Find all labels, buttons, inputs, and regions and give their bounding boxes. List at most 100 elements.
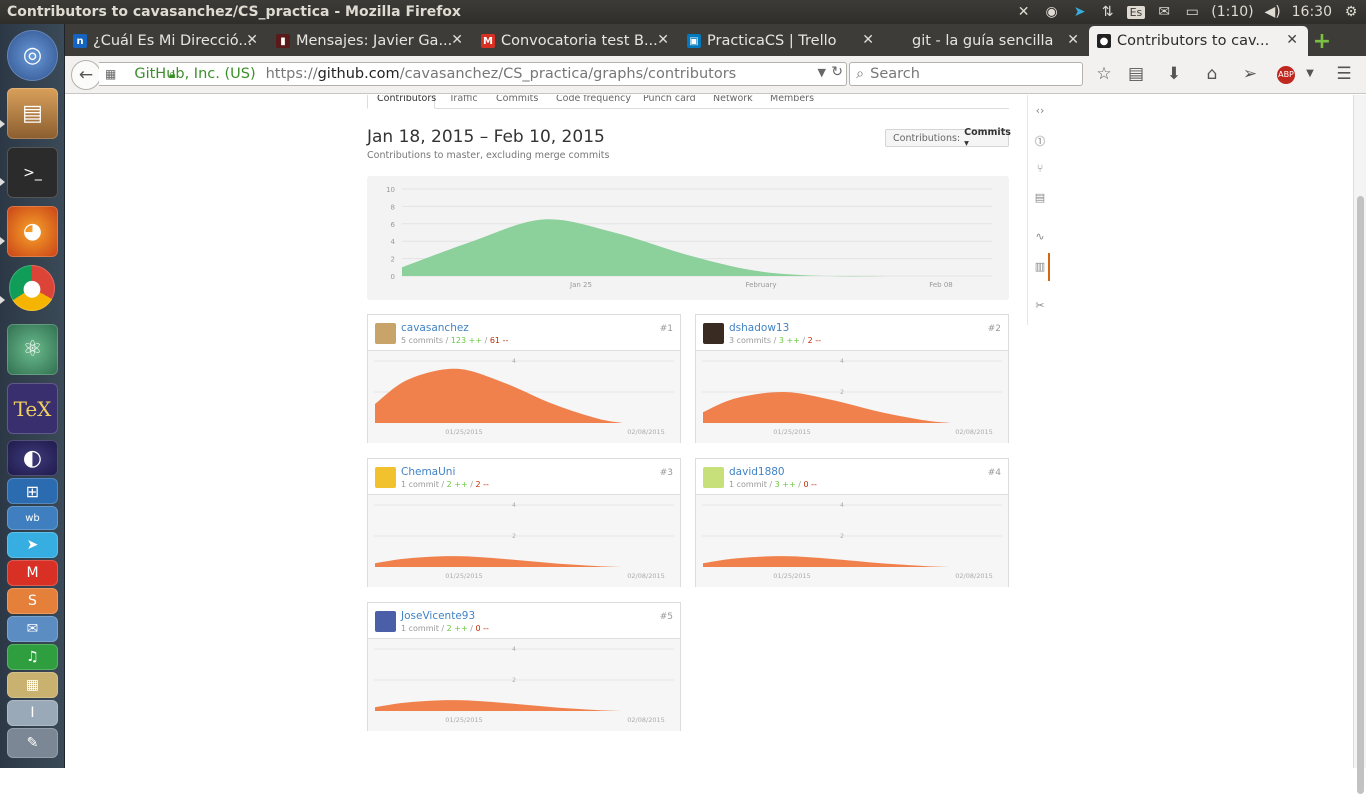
avatar[interactable] (375, 323, 396, 344)
commit-count[interactable]: 5 commits (401, 336, 443, 345)
reload-icon[interactable]: ↻ (831, 64, 843, 80)
trash-icon[interactable]: ✎ (7, 728, 58, 758)
contributor-card: david1880 1 commit / 3 ++ / 0 -- #4 4 2 01/25… (695, 458, 1009, 587)
volume-icon[interactable]: ◀) (1264, 4, 1282, 20)
subnav-item[interactable]: Contributors (377, 95, 436, 104)
contributor-name-link[interactable]: david1880 (729, 466, 785, 478)
adblock-dropdown-icon[interactable]: ▼ (1299, 68, 1321, 79)
additions-count: 3 ++ (774, 480, 796, 489)
tab-close-icon[interactable]: ✕ (451, 32, 463, 48)
reading-list-icon[interactable]: ▤ (1125, 64, 1147, 84)
chrome-icon[interactable]: ◉ (1043, 4, 1061, 20)
page-icon[interactable]: ▦ (105, 67, 116, 81)
telegram-launcher-icon[interactable]: ➤ (7, 532, 58, 558)
lock-icon[interactable]: 🔒︎ (169, 67, 175, 82)
chrome-launcher-icon[interactable]: ● (9, 265, 55, 311)
settings-icon[interactable]: ✂ (1032, 299, 1048, 312)
url-bar[interactable]: ▦ 🔒︎ GitHub, Inc. (US) https://github.co… (99, 62, 847, 86)
subnav-item[interactable]: Members (770, 95, 814, 104)
battery-icon[interactable]: ▭ (1183, 4, 1201, 20)
eclipse-icon[interactable]: ◐ (7, 440, 58, 476)
contributor-name-link[interactable]: cavasanchez (401, 322, 469, 334)
tab-close-icon[interactable]: ✕ (1067, 32, 1079, 48)
mail-icon[interactable]: ✉ (1155, 4, 1173, 20)
subnav-item[interactable]: Code frequency (556, 95, 631, 104)
commit-count[interactable]: 3 commits (729, 336, 771, 345)
pulse-icon[interactable]: ∿ (1032, 230, 1048, 243)
spotify-icon[interactable]: ♫ (7, 644, 58, 670)
telegram-icon[interactable]: ➤ (1071, 4, 1089, 20)
contributor-name-link[interactable]: dshadow13 (729, 322, 789, 334)
subnav-item[interactable]: Commits (496, 95, 538, 104)
clock[interactable]: 16:30 (1292, 4, 1332, 20)
commit-count[interactable]: 1 commit (401, 624, 439, 633)
subnav-item[interactable]: Traffic (449, 95, 478, 104)
scrollbar-thumb[interactable] (1357, 196, 1364, 794)
workbench-icon[interactable]: wb (7, 506, 58, 530)
avatar[interactable] (375, 611, 396, 632)
tab-close-icon[interactable]: ✕ (246, 32, 258, 48)
network-icon[interactable]: ⇅ (1099, 4, 1117, 20)
code-icon[interactable]: ‹› (1032, 104, 1048, 117)
mail-launcher-icon[interactable]: ✉ (7, 616, 58, 642)
screenshot-icon[interactable]: ⊞ (7, 478, 58, 504)
battery-time[interactable]: (1:10) (1211, 4, 1253, 20)
contributor-chart: 4 2 01/25/2015 02/08/2015 (368, 495, 680, 587)
browser-tab[interactable]: ▮ Mensajes: Javier Ga... ✕ (268, 26, 473, 56)
avatar[interactable] (375, 467, 396, 488)
search-input[interactable]: ⌕ Search (849, 62, 1083, 86)
contributor-name-link[interactable]: ChemaUni (401, 466, 455, 478)
contributor-card: ChemaUni 1 commit / 2 ++ / 2 -- #3 4 2 01/25/… (367, 458, 681, 587)
settings-gear-icon[interactable]: ⚙ (1342, 4, 1360, 20)
files-icon[interactable]: ▤ (7, 88, 58, 139)
issues-icon[interactable]: ⓵ (1032, 133, 1048, 149)
send-icon[interactable]: ➢ (1239, 64, 1261, 84)
back-button[interactable]: ← (71, 60, 101, 90)
browser-tab[interactable]: ▣ PracticaCS | Trello ✕ (679, 26, 884, 56)
firefox-icon[interactable]: ◕ (7, 206, 58, 257)
contributions-type-select[interactable]: Contributions: Commits ▾ (885, 127, 1011, 149)
avatar[interactable] (703, 467, 724, 488)
browser-tab[interactable]: git - la guía sencilla ✕ (884, 26, 1089, 56)
pull-request-icon[interactable]: ⑂ (1032, 162, 1048, 175)
adblock-icon[interactable]: ABP (1277, 66, 1295, 84)
browser-tab[interactable]: n ¿Cuál Es Mi Direcció... ✕ (65, 26, 268, 56)
terminal-icon[interactable]: >_ (7, 147, 58, 198)
avatar[interactable] (703, 323, 724, 344)
browser-tab[interactable]: M Convocatoria test B... ✕ (473, 26, 679, 56)
graphs-icon[interactable]: ▥ (1032, 260, 1048, 273)
vertical-scrollbar[interactable] (1353, 95, 1366, 794)
subnav-item[interactable]: Punch card (643, 95, 696, 104)
tab-close-icon[interactable]: ✕ (657, 32, 669, 48)
text-editor-icon[interactable]: I (7, 700, 58, 726)
contributor-name-link[interactable]: JoseVicente93 (401, 610, 475, 622)
tab-close-icon[interactable]: ✕ (1286, 32, 1298, 48)
commit-count[interactable]: 1 commit (729, 480, 767, 489)
subnav-item[interactable]: Network (713, 95, 753, 104)
dropbox-icon[interactable]: ✕ (1015, 4, 1033, 20)
wiki-icon[interactable]: ▤ (1032, 191, 1048, 204)
downloads-icon[interactable]: ⬇ (1163, 64, 1185, 84)
bookmark-star-icon[interactable]: ☆ (1093, 64, 1115, 84)
site-identity[interactable]: GitHub, Inc. (US) (134, 66, 255, 82)
gmail-icon[interactable]: M (7, 560, 58, 586)
url-history-dropdown-icon[interactable]: ▼ (818, 66, 826, 79)
new-tab-button[interactable]: + (1308, 26, 1336, 56)
url-text[interactable]: https://github.com/cavasanchez/CS_practi… (266, 66, 737, 82)
texmaker-icon[interactable]: TeX (7, 383, 58, 434)
home-icon[interactable]: ⌂ (1201, 64, 1223, 84)
browser-tab[interactable]: ● Contributors to cav... ✕ (1089, 26, 1308, 56)
contributor-chart-svg: 4201/25/201502/08/2015 (374, 358, 674, 436)
contributor-chart-svg: 4201/25/201502/08/2015 (374, 646, 674, 724)
skype-icon[interactable]: S (7, 588, 58, 614)
atom-icon[interactable]: ⚛ (7, 324, 58, 375)
menu-icon[interactable]: ☰ (1333, 64, 1355, 84)
keyboard-layout[interactable]: Es (1126, 5, 1146, 19)
tab-close-icon[interactable]: ✕ (862, 32, 874, 48)
x-tick-label: 02/08/2015 (955, 572, 992, 580)
contributor-stats: 1 commit / 3 ++ / 0 -- (729, 480, 817, 489)
archive-icon[interactable]: ▦ (7, 672, 58, 698)
ubuntu-dash-icon[interactable]: ◎ (7, 30, 58, 81)
commit-count[interactable]: 1 commit (401, 480, 439, 489)
tab-favicon-icon: n (73, 34, 87, 48)
